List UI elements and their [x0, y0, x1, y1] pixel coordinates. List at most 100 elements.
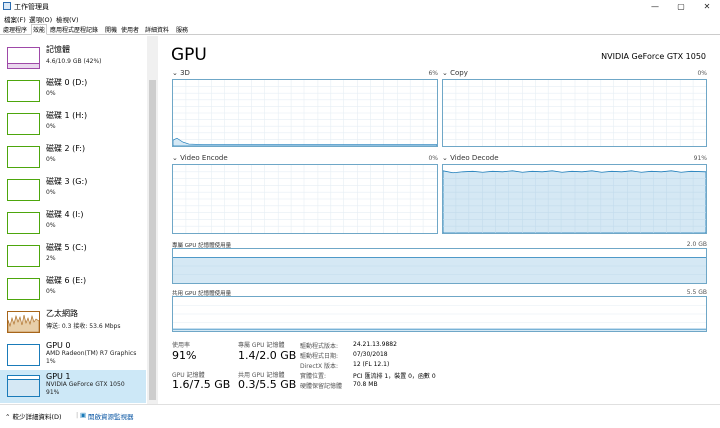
- sidebar-item-memory[interactable]: 記憶體 4.6/10.9 GB (42%): [0, 42, 146, 75]
- disk-thumbnail: [7, 278, 40, 300]
- sidebar-item-title: GPU 1: [46, 372, 71, 381]
- ethernet-thumbnail: [7, 311, 40, 333]
- sidebar-item-disk-1[interactable]: 磁碟 1 (H:) 0%: [0, 108, 146, 141]
- sidebar-item-disk-6[interactable]: 磁碟 6 (E:) 0%: [0, 273, 146, 306]
- driver-version-value: 24.21.13.9882: [353, 341, 397, 348]
- tab-bar: 處理程序 效能 應用程式歷程記錄 開機 使用者 詳細資料 服務: [0, 24, 720, 35]
- menu-file[interactable]: 檔案(F): [4, 14, 26, 24]
- driver-date-label: 驅動程式日期:: [300, 353, 339, 360]
- usage-value: 91%: [172, 349, 197, 362]
- engine-pct-copy: 0%: [697, 70, 707, 77]
- tab-services[interactable]: 服務: [175, 25, 189, 34]
- minimize-button[interactable]: —: [642, 0, 668, 13]
- reserved-memory-label: 硬體保留記憶體: [300, 383, 343, 390]
- sidebar-item-disk-2[interactable]: 磁碟 2 (F:) 0%: [0, 141, 146, 174]
- open-resource-monitor-link[interactable]: 開啟資源監視器: [88, 411, 134, 421]
- sidebar-item-disk-0[interactable]: 磁碟 0 (D:) 0%: [0, 75, 146, 108]
- reserved-memory-value: 70.8 MB: [353, 381, 378, 388]
- sidebar-item-detail: 0%: [46, 90, 56, 97]
- sidebar-item-gpu-1[interactable]: GPU 1 NVIDIA GeForce GTX 1050 91%: [0, 370, 146, 403]
- fewer-details-button[interactable]: ⌃ 較少詳細資料(D): [5, 411, 62, 421]
- sidebar-item-disk-4[interactable]: 磁碟 4 (I:) 0%: [0, 207, 146, 240]
- shared-memory-max: 5.5 GB: [686, 289, 707, 296]
- sidebar-item-detail: 4.6/10.9 GB (42%): [46, 58, 102, 65]
- usage-label: 使用率: [172, 342, 191, 349]
- sidebar-item-detail: AMD Radeon(TM) R7 Graphics: [46, 350, 137, 357]
- physical-location-value: PCI 匯流排 1，裝置 0，函數 0: [353, 373, 436, 380]
- graph-shared-memory: [172, 296, 707, 332]
- sidebar-item-usage: 91%: [46, 389, 60, 396]
- sidebar-item-title: 乙太網路: [46, 309, 78, 318]
- tab-performance[interactable]: 效能: [31, 24, 48, 35]
- tab-details[interactable]: 詳細資料: [144, 25, 170, 34]
- sidebar-item-title: 磁碟 1 (H:): [46, 111, 88, 120]
- dedicated-memory-max: 2.0 GB: [686, 241, 707, 248]
- maximize-button[interactable]: ▢: [668, 0, 694, 13]
- sidebar-item-disk-5[interactable]: 磁碟 5 (C:) 2%: [0, 240, 146, 273]
- gpu-model-name: NVIDIA GeForce GTX 1050: [601, 52, 706, 61]
- disk-thumbnail: [7, 179, 40, 201]
- menu-options[interactable]: 選項(O): [29, 14, 52, 24]
- engine-pct-video-decode: 91%: [693, 155, 707, 162]
- page-title: GPU: [171, 45, 207, 65]
- graph-dedicated-memory: [172, 248, 707, 284]
- sidebar-item-disk-3[interactable]: 磁碟 3 (G:) 0%: [0, 174, 146, 207]
- sidebar-item-ethernet[interactable]: 乙太網路 傳送: 0.3 接收: 53.6 Mbps: [0, 306, 146, 339]
- window-title: 工作管理員: [14, 3, 49, 11]
- shared-value: 0.3/5.5 GB: [238, 378, 297, 391]
- driver-version-label: 驅動程式版本:: [300, 343, 339, 350]
- graph-3d: [172, 79, 438, 147]
- task-manager-icon: [3, 2, 11, 10]
- disk-thumbnail: [7, 113, 40, 135]
- disk-thumbnail: [7, 146, 40, 168]
- engine-pct-3d: 6%: [428, 70, 438, 77]
- sidebar-item-detail: 傳送: 0.3 接收: 53.6 Mbps: [46, 323, 121, 330]
- sidebar-item-title: 磁碟 6 (E:): [46, 276, 87, 285]
- tab-startup[interactable]: 開機: [104, 25, 118, 34]
- disk-thumbnail: [7, 212, 40, 234]
- gpu-thumbnail: [7, 375, 40, 397]
- disk-thumbnail: [7, 80, 40, 102]
- sidebar-item-detail: 0%: [46, 123, 56, 130]
- sidebar-scrollbar[interactable]: [147, 36, 158, 404]
- physical-location-label: 實體位置:: [300, 373, 327, 380]
- sidebar-item-title: 磁碟 2 (F:): [46, 144, 86, 153]
- gpu-thumbnail: [7, 344, 40, 366]
- memory-thumbnail: [7, 47, 40, 69]
- sidebar-item-detail: 0%: [46, 288, 56, 295]
- close-button[interactable]: ✕: [694, 0, 720, 13]
- engine-label-3d[interactable]: ⌄ 3D: [172, 69, 190, 77]
- graph-video-encode: [172, 164, 438, 234]
- engine-label-video-encode[interactable]: ⌄ Video Encode: [172, 154, 228, 162]
- sidebar-item-title: 磁碟 4 (I:): [46, 210, 84, 219]
- menu-view[interactable]: 檢視(V): [56, 14, 79, 24]
- sidebar-item-title: GPU 0: [46, 341, 71, 350]
- resource-sidebar: 記憶體 4.6/10.9 GB (42%) 磁碟 0 (D:) 0% 磁碟 1 …: [0, 36, 158, 404]
- engine-pct-video-encode: 0%: [428, 155, 438, 162]
- scrollbar-thumb[interactable]: [149, 80, 156, 400]
- disk-thumbnail: [7, 245, 40, 267]
- sidebar-item-detail: NVIDIA GeForce GTX 1050: [46, 381, 125, 388]
- directx-version-label: DirectX 版本:: [300, 363, 339, 370]
- tab-users[interactable]: 使用者: [120, 25, 140, 34]
- gpu-detail-panel: GPU NVIDIA GeForce GTX 1050 ⌄ 3D 6% ⌄ Co…: [159, 36, 720, 404]
- sidebar-item-title: 記憶體: [46, 45, 70, 54]
- sidebar-item-detail: 0%: [46, 156, 56, 163]
- driver-date-value: 07/30/2018: [353, 351, 388, 358]
- sidebar-item-detail: 2%: [46, 255, 56, 262]
- tab-app-history[interactable]: 應用程式歷程記錄: [49, 25, 99, 34]
- sidebar-item-gpu-0[interactable]: GPU 0 AMD Radeon(TM) R7 Graphics 1%: [0, 339, 146, 372]
- footer-bar: ⌃ 較少詳細資料(D) | ▣ 開啟資源監視器: [0, 404, 720, 428]
- sidebar-item-detail: 0%: [46, 222, 56, 229]
- sidebar-item-title: 磁碟 0 (D:): [46, 78, 88, 87]
- directx-version-value: 12 (FL 12.1): [353, 361, 390, 368]
- engine-label-video-decode[interactable]: ⌄ Video Decode: [442, 154, 499, 162]
- sidebar-item-title: 磁碟 5 (C:): [46, 243, 87, 252]
- sidebar-item-usage: 1%: [46, 358, 56, 365]
- separator: |: [76, 411, 79, 419]
- tab-processes[interactable]: 處理程序: [2, 25, 28, 34]
- graph-copy: [442, 79, 707, 147]
- dedicated-label: 專屬 GPU 記憶體: [238, 342, 285, 349]
- title-bar: 工作管理員 — ▢ ✕: [0, 0, 720, 13]
- engine-label-copy[interactable]: ⌄ Copy: [442, 69, 468, 77]
